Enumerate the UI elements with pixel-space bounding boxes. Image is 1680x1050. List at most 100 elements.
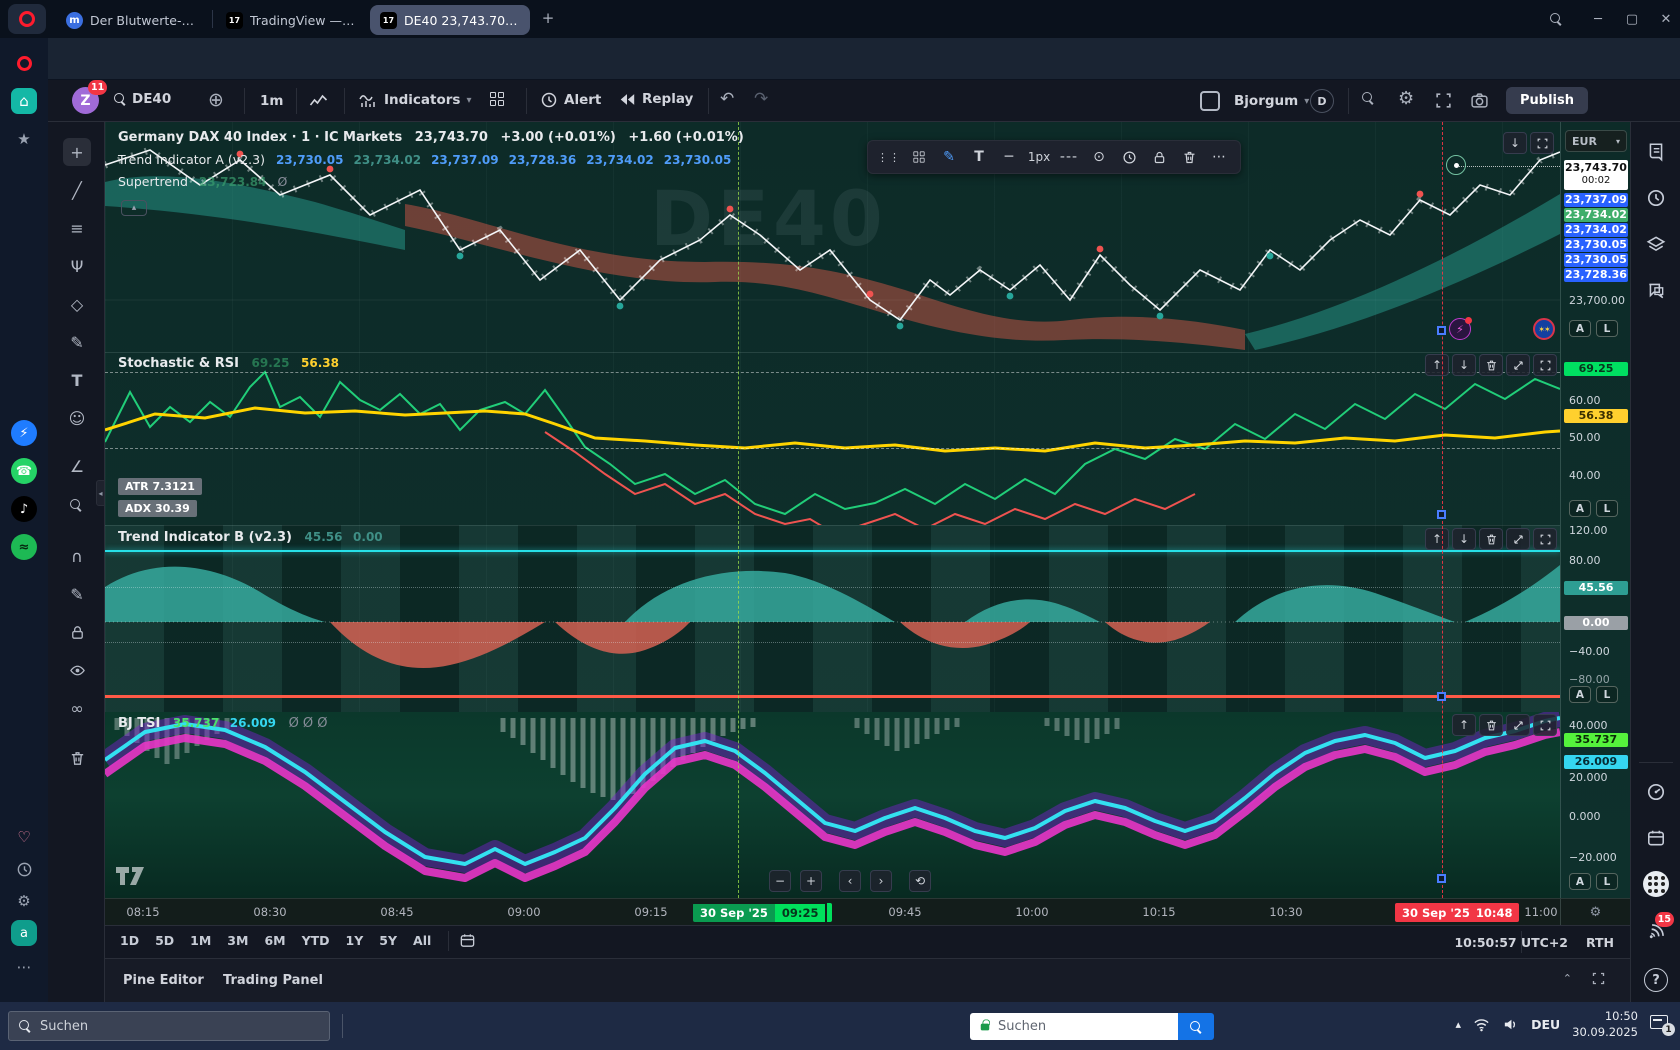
drag-handle-icon[interactable]: ⋮⋮ (876, 144, 902, 170)
log-scale-button[interactable]: L (1596, 500, 1618, 517)
tray-expand-chevron-icon[interactable]: ▴ (1456, 1018, 1462, 1031)
snapshot-camera-icon[interactable] (1470, 91, 1489, 110)
range-5y[interactable]: 5Y (372, 929, 404, 952)
hide-drawings-eye-icon[interactable] (63, 656, 91, 684)
go-to-date-calendar-icon[interactable] (459, 932, 476, 949)
bookmarks-star-icon[interactable]: ★ (11, 126, 37, 152)
alerts-clock-icon[interactable] (1642, 184, 1670, 212)
symbol-search-button[interactable]: DE40 (114, 91, 171, 107)
chart-area[interactable]: DE40 Germany DAX 40 Index · 1 · IC Marke… (105, 122, 1560, 898)
dashed-style-icon[interactable]: --- (1056, 144, 1082, 170)
stoch-legend[interactable]: Stochastic & RSI 69.25 56.38 (118, 356, 339, 371)
text-tool-icon[interactable]: T (63, 366, 91, 394)
messenger-icon[interactable]: ⚡ (11, 420, 37, 446)
delete-pane-button[interactable] (1479, 354, 1503, 376)
horizontal-lines-icon[interactable]: ≡ (63, 214, 91, 242)
auto-scale-button[interactable]: A (1569, 873, 1591, 890)
scroll-right-button[interactable]: › (870, 870, 892, 892)
indicator-templates-icon[interactable] (490, 92, 504, 106)
sync-drawings-icon[interactable]: ∞ (63, 694, 91, 722)
home-icon[interactable]: ⌂ (11, 88, 37, 114)
search-submit-button[interactable] (1178, 1013, 1214, 1040)
chat-icon[interactable] (1642, 276, 1670, 304)
move-pane-up-button[interactable]: ↑ (1425, 528, 1449, 550)
help-icon[interactable]: ? (1644, 968, 1668, 992)
visibility-toggles[interactable]: Ø Ø Ø (289, 716, 328, 731)
bjtsi-legend[interactable]: BJ TSI 35.737 26.009 Ø Ø Ø (118, 716, 328, 731)
settings-gear-icon[interactable]: ⚙ (11, 888, 37, 914)
time-axis[interactable]: 08:15 08:30 08:45 09:00 09:15 30 Sep '25… (105, 898, 1560, 925)
measure-icon[interactable]: ∠ (63, 452, 91, 480)
secondary-search-box[interactable]: Suchen (970, 1013, 1178, 1040)
brush-icon[interactable]: ✎ (63, 328, 91, 356)
session-rth-label[interactable]: RTH (1586, 935, 1614, 950)
move-pane-down-button[interactable]: ↓ (1452, 354, 1476, 376)
range-5d[interactable]: 5D (148, 929, 181, 952)
aria-ai-icon[interactable]: a (11, 920, 37, 946)
trend-line-icon[interactable]: ╱ (63, 176, 91, 204)
more-options-icon[interactable]: ⋯ (11, 954, 37, 980)
active-brush-icon[interactable]: ✎ (936, 144, 962, 170)
range-3m[interactable]: 3M (220, 929, 255, 952)
maximize-pane-button[interactable] (1530, 132, 1554, 154)
move-pane-up-button[interactable]: ↑ (1425, 354, 1449, 376)
clock-date[interactable]: 10:50 30.09.2025 (1572, 1008, 1638, 1040)
emoji-icon[interactable]: ☺ (63, 404, 91, 432)
delete-pane-button[interactable] (1479, 528, 1503, 550)
stochastic-pane-plot[interactable] (105, 352, 1560, 525)
alert-button[interactable]: Alert (540, 91, 601, 109)
supertrend-legend[interactable]: Supertrend 23,723.84 Ø (118, 174, 287, 189)
selection-handle[interactable] (1437, 692, 1446, 701)
selection-handle[interactable] (1437, 874, 1446, 883)
lock-drawings-icon[interactable] (63, 618, 91, 646)
calendar-icon[interactable] (1642, 824, 1670, 852)
compare-add-icon[interactable]: ⊕ (208, 91, 224, 110)
log-scale-button[interactable]: L (1596, 873, 1618, 890)
magnet-icon[interactable]: ∩ (63, 542, 91, 570)
restore-pane-button[interactable] (1533, 528, 1557, 550)
scroll-to-realtime-button[interactable]: ↓ (1503, 132, 1527, 154)
toolbar-collapse-arrow[interactable]: ◂ (96, 480, 105, 506)
clock-utc-label[interactable]: 10:50:57 UTC+2 (1454, 935, 1568, 950)
layout-name-button[interactable]: Bjorgum ▾ (1234, 93, 1309, 109)
maximize-pane-button[interactable] (1506, 528, 1530, 550)
window-maximize-button[interactable]: ▢ (1618, 6, 1646, 32)
tab-trading-panel[interactable]: Trading Panel (223, 973, 323, 988)
pitchfork-icon[interactable]: Ψ (63, 252, 91, 280)
add-alert-icon[interactable] (1116, 144, 1142, 170)
tab-pine-editor[interactable]: Pine Editor (123, 973, 204, 988)
range-1d[interactable]: 1D (113, 929, 146, 952)
move-pane-up-button[interactable]: ↑ (1452, 714, 1476, 736)
line-style-icon[interactable]: ─ (996, 144, 1022, 170)
text-tool-icon[interactable]: T (966, 144, 992, 170)
object-tree-layers-icon[interactable] (1642, 230, 1670, 258)
watchlist-icon[interactable] (1642, 138, 1670, 166)
main-legend[interactable]: Germany DAX 40 Index · 1 · IC Markets 23… (118, 130, 744, 145)
window-minimize-button[interactable]: ─ (1584, 6, 1612, 32)
fullscreen-icon[interactable] (1434, 91, 1453, 110)
lock-icon[interactable] (1146, 144, 1172, 170)
remove-drawings-trash-icon[interactable] (63, 744, 91, 772)
layout-letter-badge[interactable]: D (1310, 89, 1334, 113)
keyboard-language[interactable]: DEU (1531, 1017, 1560, 1032)
market-gauge-icon[interactable] (1642, 778, 1670, 806)
taskbar-search-box[interactable]: Suchen (8, 1011, 330, 1041)
auto-scale-button[interactable]: A (1569, 686, 1591, 703)
streams-signal-icon[interactable]: 15 (1642, 918, 1670, 946)
layout-grid-icon[interactable] (906, 144, 932, 170)
visibility-toggle[interactable]: Ø (277, 174, 287, 189)
undo-icon[interactable]: ↶ (720, 91, 734, 108)
whatsapp-icon[interactable]: ☎ (11, 458, 37, 484)
patterns-icon[interactable]: ◇ (63, 290, 91, 318)
history-clock-icon[interactable] (11, 856, 37, 882)
log-scale-button[interactable]: L (1596, 686, 1618, 703)
notification-center-icon[interactable]: 1 (1650, 1014, 1672, 1034)
zoom-in-button[interactable]: + (800, 870, 822, 892)
chart-settings-gear-icon[interactable]: ⚙ (1398, 90, 1414, 108)
more-options-icon[interactable]: ⋯ (1206, 144, 1232, 170)
network-wifi-icon[interactable] (1473, 1016, 1490, 1033)
replay-button[interactable]: Replay (618, 91, 693, 107)
tiktok-icon[interactable]: ♪ (11, 496, 37, 522)
range-6m[interactable]: 6M (257, 929, 292, 952)
all-apps-icon[interactable] (1642, 870, 1670, 898)
